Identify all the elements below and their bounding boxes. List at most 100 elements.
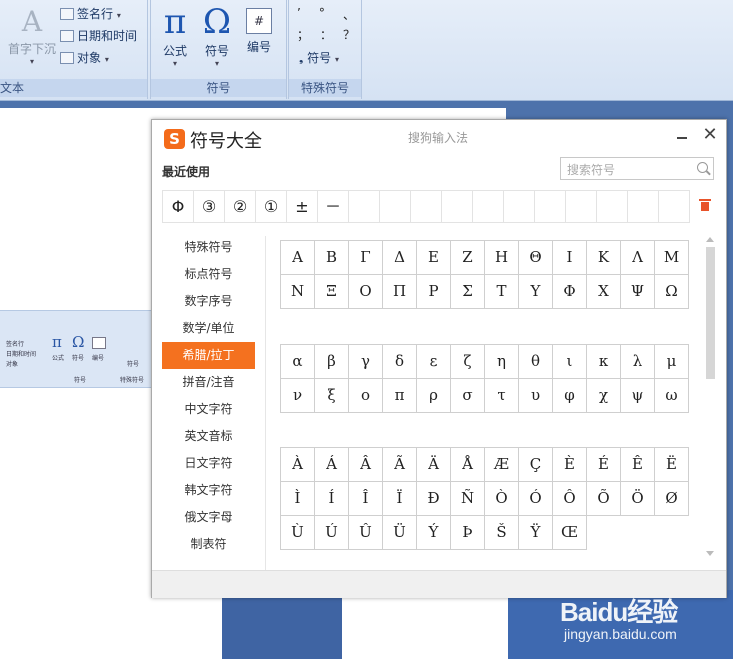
symbol-cell[interactable]: σ — [451, 379, 485, 413]
symbol-cell[interactable]: Σ — [451, 275, 485, 309]
recent-symbol-cell[interactable] — [504, 191, 535, 222]
symbol-cell[interactable]: È — [553, 448, 587, 482]
symbol-cell[interactable]: Ö — [621, 482, 655, 516]
symbol-cell[interactable]: φ — [553, 379, 587, 413]
symbol-cell[interactable]: Ι — [553, 241, 587, 275]
symbol-cell[interactable]: Ε — [417, 241, 451, 275]
symbol-cell[interactable]: Œ — [553, 516, 587, 550]
symbol-cell[interactable]: η — [485, 345, 519, 379]
category-item[interactable]: 特殊符号 — [162, 234, 255, 261]
symbol-cell[interactable]: Ì — [281, 482, 315, 516]
symbol-cell[interactable]: ε — [417, 345, 451, 379]
search-input[interactable] — [565, 160, 687, 179]
category-item[interactable]: 数学/单位 — [162, 315, 255, 342]
symbol-cell[interactable]: Ï — [383, 482, 417, 516]
category-item[interactable]: 制表符 — [162, 531, 255, 558]
category-item[interactable]: 拼音/注音 — [162, 369, 255, 396]
recent-symbol-cell[interactable]: ± — [287, 191, 318, 222]
symbol-cell[interactable]: Ρ — [417, 275, 451, 309]
recent-symbol-cell[interactable]: ③ — [194, 191, 225, 222]
symbol-cell[interactable]: Χ — [587, 275, 621, 309]
recent-symbol-cell[interactable] — [349, 191, 380, 222]
symbol-cell[interactable]: Ò — [485, 482, 519, 516]
symbol-cell[interactable]: Ÿ — [519, 516, 553, 550]
recent-symbol-cell[interactable] — [535, 191, 566, 222]
symbol-cell[interactable]: κ — [587, 345, 621, 379]
symbol-cell[interactable]: υ — [519, 379, 553, 413]
symbol-cell[interactable]: Π — [383, 275, 417, 309]
symbol-cell[interactable]: γ — [349, 345, 383, 379]
symbol-cell[interactable]: Õ — [587, 482, 621, 516]
symbol-cell[interactable]: Á — [315, 448, 349, 482]
object-button[interactable]: 对象 ▾ — [60, 49, 109, 66]
symbol-cell[interactable]: λ — [621, 345, 655, 379]
symbol-cell[interactable]: Τ — [485, 275, 519, 309]
symbol-cell[interactable]: Ð — [417, 482, 451, 516]
symbol-cell[interactable]: Þ — [451, 516, 485, 550]
category-item[interactable]: 韩文字符 — [162, 477, 255, 504]
symbol-cell[interactable]: À — [281, 448, 315, 482]
symbol-cell[interactable]: Ù — [281, 516, 315, 550]
symbol-cell[interactable]: ν — [281, 379, 315, 413]
datetime-button[interactable]: 日期和时间 — [60, 27, 137, 44]
punct-button[interactable]: ： — [320, 26, 332, 43]
category-item[interactable]: 日文字符 — [162, 450, 255, 477]
symbol-cell[interactable]: Υ — [519, 275, 553, 309]
category-item[interactable]: 俄文字母 — [162, 504, 255, 531]
category-item[interactable]: 中文字符 — [162, 396, 255, 423]
recent-symbol-cell[interactable] — [411, 191, 442, 222]
symbol-cell[interactable]: Ζ — [451, 241, 485, 275]
symbol-cell[interactable]: Ý — [417, 516, 451, 550]
symbol-cell[interactable]: Μ — [655, 241, 689, 275]
scroll-thumb[interactable] — [706, 247, 715, 379]
symbol-cell[interactable]: Ω — [655, 275, 689, 309]
recent-symbol-cell[interactable] — [380, 191, 411, 222]
signature-line-button[interactable]: 签名行 ▾ — [60, 5, 121, 22]
symbol-cell[interactable]: ω — [655, 379, 689, 413]
category-item[interactable]: 标点符号 — [162, 261, 255, 288]
symbol-cell[interactable]: δ — [383, 345, 417, 379]
symbol-cell[interactable]: Φ — [553, 275, 587, 309]
symbol-cell[interactable]: Ã — [383, 448, 417, 482]
symbol-cell[interactable]: Λ — [621, 241, 655, 275]
trash-icon[interactable] — [699, 199, 711, 211]
search-icon[interactable] — [697, 162, 708, 173]
symbol-cell[interactable]: Β — [315, 241, 349, 275]
recent-symbol-cell[interactable] — [473, 191, 504, 222]
symbol-cell[interactable]: α — [281, 345, 315, 379]
symbol-cell[interactable]: Û — [349, 516, 383, 550]
symbol-cell[interactable]: Ξ — [315, 275, 349, 309]
symbol-cell[interactable]: Κ — [587, 241, 621, 275]
symbol-cell[interactable]: Ú — [315, 516, 349, 550]
symbol-cell[interactable]: χ — [587, 379, 621, 413]
punct-button[interactable]: 、 — [343, 6, 355, 23]
dropcap-button[interactable]: A 首字下沉 ▾ — [8, 4, 56, 66]
symbol-cell[interactable]: ζ — [451, 345, 485, 379]
recent-symbol-cell[interactable] — [442, 191, 473, 222]
recent-symbol-cell[interactable] — [566, 191, 597, 222]
formula-button[interactable]: π 公式 ▾ — [157, 2, 193, 68]
symbol-cell[interactable]: Ñ — [451, 482, 485, 516]
punct-button[interactable]: ； — [297, 26, 309, 43]
symbol-cell[interactable]: Ê — [621, 448, 655, 482]
symbol-cell[interactable]: É — [587, 448, 621, 482]
recent-symbol-cell[interactable]: Φ — [163, 191, 194, 222]
category-item[interactable]: 英文音标 — [162, 423, 255, 450]
symbol-cell[interactable]: ο — [349, 379, 383, 413]
symbol-cell[interactable]: Α — [281, 241, 315, 275]
symbol-cell[interactable]: Ο — [349, 275, 383, 309]
symbol-cell[interactable]: Ä — [417, 448, 451, 482]
category-item[interactable]: 数字序号 — [162, 288, 255, 315]
scroll-up-icon[interactable] — [706, 237, 714, 242]
scroll-down-icon[interactable] — [706, 551, 714, 556]
symbol-cell[interactable]: Å — [451, 448, 485, 482]
symbol-cell[interactable]: Ü — [383, 516, 417, 550]
symbol-cell[interactable]: Â — [349, 448, 383, 482]
symbol-cell[interactable]: ρ — [417, 379, 451, 413]
symbol-cell[interactable]: Γ — [349, 241, 383, 275]
symbol-cell[interactable]: Ø — [655, 482, 689, 516]
symbol-cell[interactable]: ξ — [315, 379, 349, 413]
recent-symbol-cell[interactable] — [628, 191, 659, 222]
category-item[interactable]: 希腊/拉丁 — [162, 342, 255, 369]
recent-symbol-cell[interactable] — [597, 191, 628, 222]
